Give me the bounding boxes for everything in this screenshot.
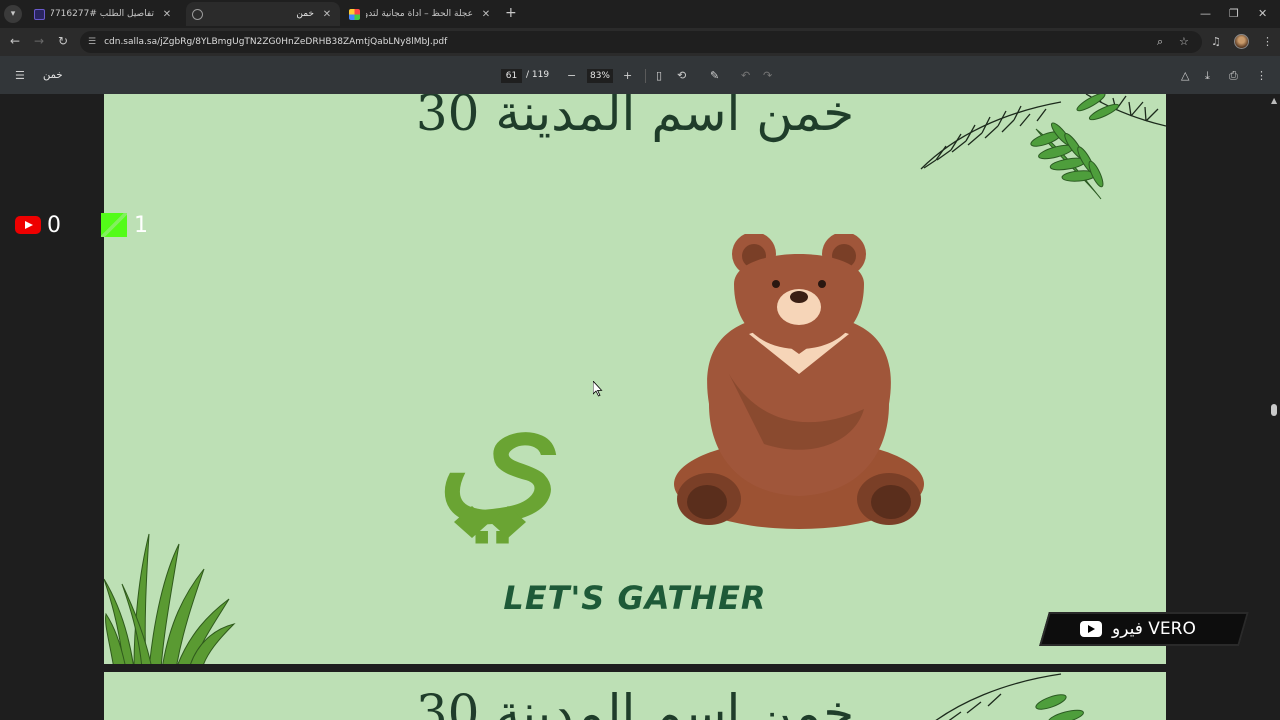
page-heading: 30 خمن اسم المدينة <box>415 684 855 720</box>
download-icon[interactable]: ⤓ <box>1205 69 1210 83</box>
reload-icon[interactable]: ↻ <box>58 34 68 48</box>
site-info-icon[interactable]: ☰ <box>88 37 96 47</box>
pdf-page: 30 خمن اسم المدينة ي LET'S GATHER <box>104 94 1166 664</box>
zoom-input[interactable]: 83% <box>587 69 613 83</box>
back-icon[interactable]: ← <box>10 34 20 48</box>
forward-icon[interactable]: → <box>34 34 44 48</box>
tab-search-button[interactable]: ▾ <box>4 5 22 23</box>
new-tab-button[interactable]: + <box>505 6 517 20</box>
wheel-favicon-icon <box>349 8 360 20</box>
close-window-icon[interactable]: ✕ <box>1258 7 1267 20</box>
tab-title: تفاصيل الطلب #247716277 – er <box>51 9 154 19</box>
zoom-in-icon[interactable]: + <box>623 69 632 82</box>
hamburger-icon[interactable]: ☰ <box>15 69 25 82</box>
vertical-scrollbar[interactable]: ▲ <box>1268 94 1280 720</box>
pdf-page-next: 30 خمن اسم المدينة <box>104 672 1166 720</box>
page-total: / 119 <box>526 70 550 80</box>
zoom-icon[interactable]: ⌕ <box>1157 35 1163 49</box>
bookmark-star-icon[interactable]: ☆ <box>1179 35 1189 48</box>
url-text[interactable]: cdn.salla.sa/jZgbRg/8YLBmgUgTN2ZG0HnZeDR… <box>104 37 447 47</box>
youtube-logo-icon <box>1080 621 1102 637</box>
globe-icon <box>192 8 203 20</box>
browser-toolbar: ← → ↻ ☰ cdn.salla.sa/jZgbRg/8YLBmgUgTN2Z… <box>0 28 1280 56</box>
close-tab-icon[interactable]: ✕ <box>479 9 493 20</box>
profile-avatar[interactable] <box>1234 34 1249 49</box>
print-icon[interactable]: ⎙ <box>1229 69 1238 83</box>
slogan-text: LET'S GATHER <box>503 579 767 617</box>
kick-logo-icon <box>101 213 127 237</box>
tab-strip: ▾ تفاصيل الطلب #247716277 – er ✕ خمن ✕ ع… <box>0 0 1280 28</box>
rotate-icon[interactable]: ⟲ <box>677 69 686 82</box>
redo-icon[interactable]: ↷ <box>763 69 772 82</box>
tab-title: خمن <box>296 9 314 19</box>
draw-icon[interactable]: ✎ <box>710 69 719 82</box>
channel-watermark: فيرو VERO <box>1080 616 1230 642</box>
tab-title: عجلة الحظ – أداة مجانية لتدوير ال <box>366 9 473 19</box>
drive-icon[interactable]: △ <box>1181 69 1189 82</box>
pdf-title: خمن <box>43 70 63 81</box>
restore-icon[interactable]: ❐ <box>1229 7 1239 20</box>
page-heading: 30 خمن اسم المدينة <box>415 94 855 142</box>
toolbar-divider <box>645 69 646 83</box>
scroll-up-icon[interactable]: ▲ <box>1271 96 1277 105</box>
letter-dots <box>454 506 526 538</box>
bear-illustration <box>674 234 924 529</box>
browser-menu-icon[interactable]: ⋮ <box>1262 35 1273 48</box>
close-tab-icon[interactable]: ✕ <box>320 9 334 20</box>
minimize-icon[interactable]: — <box>1200 7 1211 20</box>
youtube-logo-icon <box>15 216 41 234</box>
fit-page-icon[interactable]: ▯ <box>656 69 662 82</box>
zoom-out-icon[interactable]: − <box>567 69 576 82</box>
page-number-input[interactable]: 61 <box>501 69 522 83</box>
scroll-thumb[interactable] <box>1271 404 1277 416</box>
pdf-toolbar: ☰ خمن 61 / 119 − 83% + ▯ ⟲ ✎ ↶ ↷ △ ⤓ ⎙ ⋮ <box>0 56 1280 94</box>
tab-order-details[interactable]: تفاصيل الطلب #247716277 – er ✕ <box>28 2 180 26</box>
media-control-icon[interactable]: ♫ <box>1211 35 1221 48</box>
youtube-count: 0 <box>47 213 61 238</box>
salla-favicon-icon <box>34 8 45 20</box>
address-bar[interactable]: ☰ cdn.salla.sa/jZgbRg/8YLBmgUgTN2ZG0HnZe… <box>80 31 1202 53</box>
more-vert-icon[interactable]: ⋮ <box>1256 69 1267 82</box>
kick-count: 1 <box>134 213 148 238</box>
undo-icon[interactable]: ↶ <box>741 69 750 82</box>
channel-name: فيرو VERO <box>1112 619 1196 639</box>
tab-wheel-of-fortune[interactable]: عجلة الحظ – أداة مجانية لتدوير ال ✕ <box>343 2 499 26</box>
tab-guess[interactable]: خمن ✕ <box>186 2 340 26</box>
mouse-cursor-icon <box>593 381 603 397</box>
grass-illustration <box>104 533 236 664</box>
close-tab-icon[interactable]: ✕ <box>160 9 174 20</box>
